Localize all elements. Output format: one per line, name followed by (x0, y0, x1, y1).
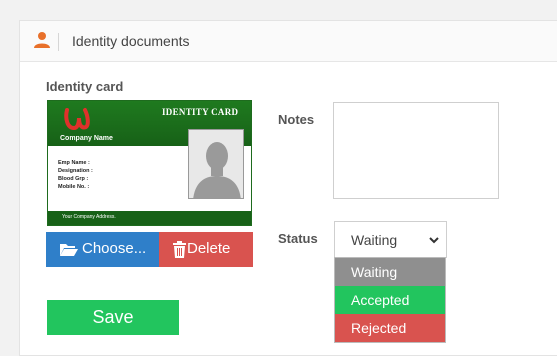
status-dropdown-menu: Waiting Accepted Rejected (334, 257, 446, 343)
delete-button[interactable]: Delete (159, 232, 253, 267)
choose-file-button[interactable]: Choose... (46, 232, 159, 267)
card-address: Your Company Address. (62, 214, 116, 220)
card-field: Mobile No. : (58, 184, 90, 190)
notes-textarea[interactable] (333, 102, 499, 199)
status-label: Status (278, 231, 318, 246)
option-label: Waiting (351, 264, 398, 280)
card-title: IDENTITY CARD (162, 107, 239, 117)
status-option-waiting[interactable]: Waiting (335, 258, 445, 286)
save-button[interactable]: Save (47, 300, 179, 335)
header-divider (58, 33, 59, 51)
status-selected-value: Waiting (351, 232, 398, 248)
identity-card-image: IDENTITY CARD Company Name Emp Name : De… (47, 100, 252, 226)
person-silhouette-icon (193, 142, 241, 198)
status-option-rejected[interactable]: Rejected (335, 314, 445, 342)
identity-card-label: Identity card (46, 79, 124, 94)
folder-open-icon (60, 244, 78, 256)
identity-documents-panel: Identity documents Identity card IDENTIT… (19, 20, 557, 356)
trash-icon (173, 241, 186, 258)
status-select[interactable]: Waiting (334, 221, 447, 258)
delete-button-label: Delete (187, 240, 231, 257)
user-icon (34, 32, 50, 48)
card-fields: Emp Name : Designation : Blood Grp : Mob… (58, 159, 93, 191)
photo-placeholder (188, 129, 244, 199)
card-field: Designation : (58, 168, 93, 174)
card-field: Emp Name : (58, 160, 90, 166)
card-company-name: Company Name (60, 135, 113, 142)
panel-header: Identity documents (20, 21, 557, 62)
card-field: Blood Grp : (58, 176, 89, 182)
notes-label: Notes (278, 112, 315, 127)
choose-button-label: Choose... (82, 240, 147, 257)
option-label: Rejected (351, 320, 407, 336)
card-footer-band: Your Company Address. (48, 211, 251, 225)
panel-title: Identity documents (72, 33, 190, 49)
chevron-down-icon (429, 237, 439, 244)
status-option-accepted[interactable]: Accepted (335, 286, 445, 314)
option-label: Accepted (351, 292, 410, 308)
company-logo-icon (64, 108, 90, 131)
